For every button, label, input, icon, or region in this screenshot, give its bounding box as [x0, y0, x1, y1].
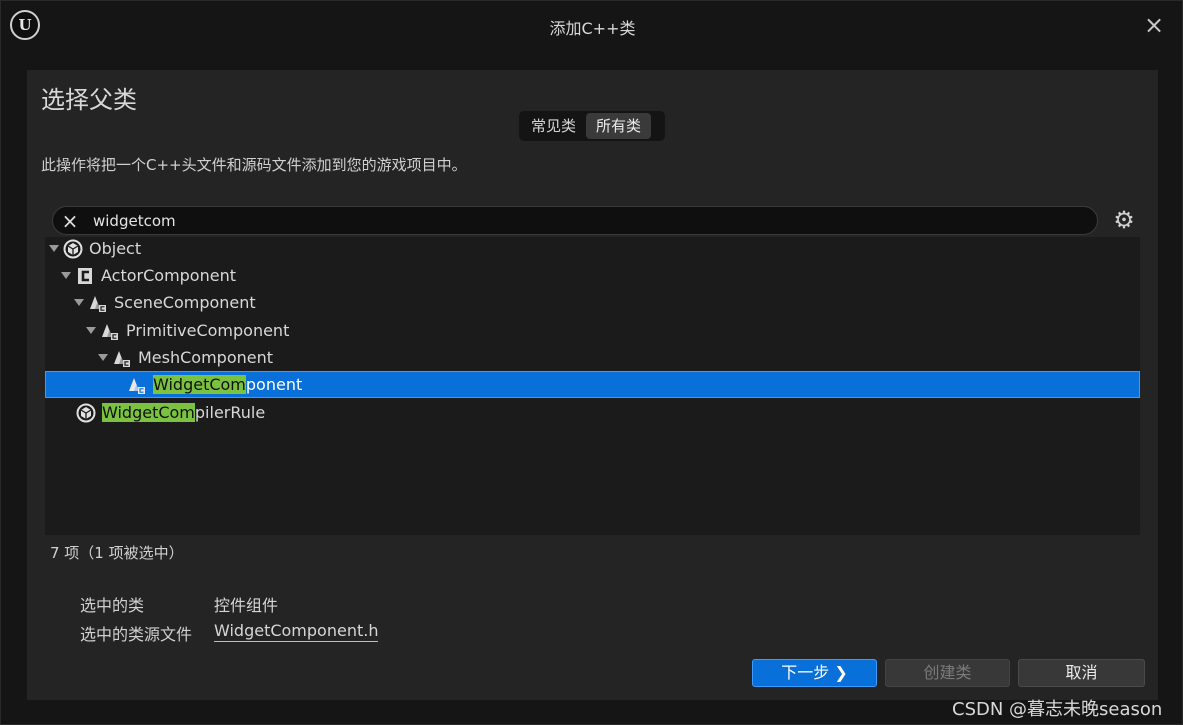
- tree-row-label: SceneComponent: [114, 293, 256, 312]
- tree-row-label: MeshComponent: [138, 348, 274, 367]
- tab-common-classes[interactable]: 常见类: [521, 113, 586, 139]
- create-class-button[interactable]: 创建类: [885, 659, 1010, 687]
- window-title: 添加C++类: [549, 19, 636, 38]
- expand-caret-icon[interactable]: [49, 244, 59, 253]
- scene-component-icon: [112, 348, 132, 368]
- selected-class-value: 控件组件: [214, 596, 279, 615]
- label-remainder: ponent: [245, 375, 303, 394]
- title-bar: U 添加C++类 ×: [1, 1, 1183, 51]
- selected-source-file: WidgetComponent.h: [214, 621, 379, 642]
- close-icon[interactable]: ×: [1141, 11, 1167, 39]
- tree-row-meshcomponent[interactable]: MeshComponent: [45, 344, 1140, 371]
- next-button[interactable]: 下一步 ❯: [752, 659, 877, 687]
- tree-row-label: WidgetComponent: [153, 375, 302, 394]
- object-icon: [76, 403, 96, 423]
- search-input[interactable]: [93, 209, 1073, 233]
- clear-search-icon[interactable]: ×: [59, 210, 81, 232]
- tree-row-label: Object: [89, 239, 142, 258]
- tree-row-scenecomponent[interactable]: SceneComponent: [45, 289, 1140, 316]
- object-icon: [63, 239, 83, 259]
- search-match-highlight: WidgetCom: [102, 403, 195, 422]
- expand-caret-icon[interactable]: [61, 271, 71, 280]
- watermark-text: CSDN @暮志未晚season: [952, 699, 1163, 720]
- tree-row-widgetcomponent[interactable]: WidgetComponent: [45, 371, 1140, 398]
- selected-source-label: 选中的类源文件: [80, 625, 193, 644]
- class-filter-toggle: 常见类 所有类: [519, 111, 665, 141]
- tree-row-label: PrimitiveComponent: [126, 321, 290, 340]
- scene-component-icon: [88, 293, 108, 313]
- component-class-icon: [75, 266, 95, 286]
- selected-class-label: 选中的类: [80, 596, 145, 615]
- tree-row-widgetcompilerrule[interactable]: WidgetCompilerRule: [45, 399, 1140, 426]
- source-file-link[interactable]: WidgetComponent.h: [214, 621, 379, 642]
- expand-caret-icon[interactable]: [86, 326, 96, 335]
- tree-row-primitivecomponent[interactable]: PrimitiveComponent: [45, 317, 1140, 344]
- label-remainder: pilerRule: [194, 403, 266, 422]
- cancel-button[interactable]: 取消: [1018, 659, 1145, 687]
- tree-row-object[interactable]: Object: [45, 235, 1140, 262]
- search-match-highlight: WidgetCom: [153, 375, 246, 394]
- tree-row-actorcomponent[interactable]: ActorComponent: [45, 262, 1140, 289]
- dialog-panel: 选择父类 常见类 所有类 此操作将把一个C++头文件和源码文件添加到您的游戏项目…: [27, 70, 1158, 700]
- scene-component-icon: [100, 321, 120, 341]
- expand-caret-icon[interactable]: [74, 298, 84, 307]
- tree-row-label: WidgetCompilerRule: [102, 403, 265, 422]
- class-tree: Object ActorComponent SceneComponent Pri…: [45, 237, 1140, 535]
- item-count: 7 项（1 项被选中）: [50, 544, 184, 562]
- scene-component-icon: [127, 375, 147, 395]
- expand-caret-icon[interactable]: [98, 353, 108, 362]
- settings-gear-icon[interactable]: ⚙: [1111, 207, 1137, 233]
- add-cpp-class-dialog: U 添加C++类 × 选择父类 常见类 所有类 此操作将把一个C++头文件和源码…: [0, 0, 1183, 725]
- tab-all-classes[interactable]: 所有类: [586, 113, 652, 139]
- class-search-box: ×: [52, 206, 1098, 235]
- tree-row-label: ActorComponent: [101, 266, 236, 285]
- description-text: 此操作将把一个C++头文件和源码文件添加到您的游戏项目中。: [41, 156, 467, 174]
- page-title: 选择父类: [41, 86, 137, 114]
